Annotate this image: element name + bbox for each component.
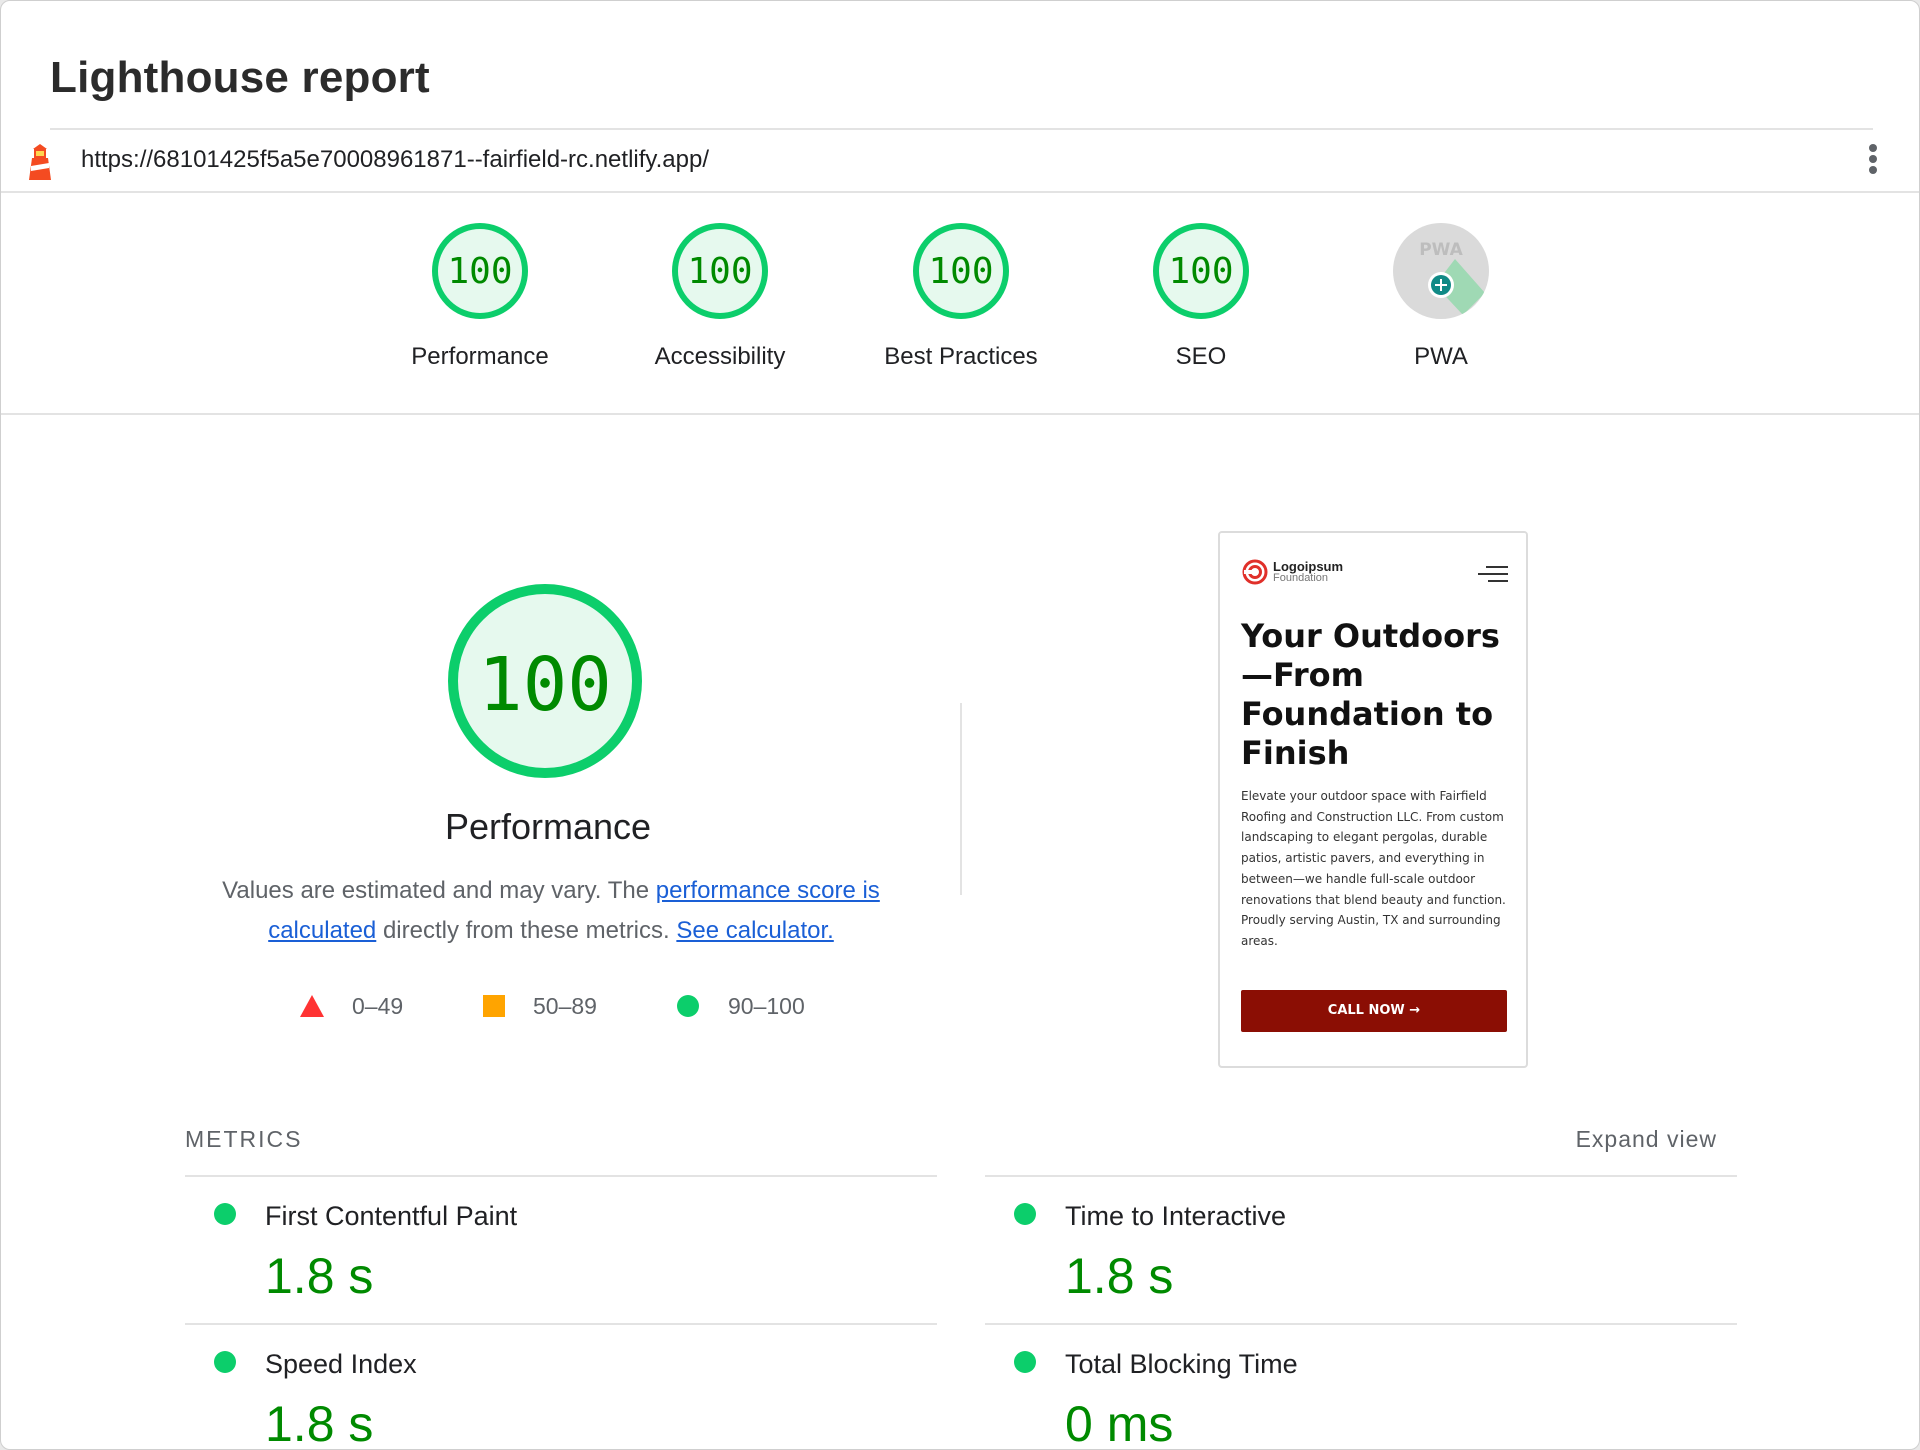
metric-value: 1.8 s (265, 1248, 374, 1304)
logo-subtitle: Foundation (1273, 572, 1329, 584)
metric-name: Speed Index (265, 1349, 417, 1379)
metric-value: 0 ms (1065, 1396, 1174, 1450)
pass-circle-icon (1014, 1203, 1036, 1225)
performance-gauge: 100 (448, 584, 642, 778)
pass-circle-icon (214, 1203, 236, 1225)
hero-title: Your Outdoors —From Foundation to Finish (1241, 617, 1500, 772)
metric-speed-index: Speed Index 1.8 s (185, 1323, 937, 1450)
score-label: Best Practices (884, 343, 1038, 370)
score-label: SEO (1175, 343, 1227, 370)
gauge-pwa[interactable]: PWA PWA (1341, 223, 1541, 371)
desc-text: directly from these metrics. (376, 917, 677, 944)
metric-name: Total Blocking Time (1065, 1349, 1298, 1379)
final-screenshot: Your Outdoors —From Foundation to Finish… (1218, 531, 1528, 1068)
legend-range: 50–89 (533, 993, 597, 1019)
pass-circle-icon (214, 1351, 236, 1373)
hamburger-menu-icon (1478, 566, 1508, 582)
scores-summary: 100 Performance 100 Accessibility 100 Be… (1, 195, 1919, 415)
score-label: Performance (411, 343, 549, 370)
pwa-badge-art: PWA (1419, 240, 1485, 315)
metric-value: 1.8 s (1065, 1248, 1174, 1304)
metric-name: Time to Interactive (1065, 1201, 1287, 1231)
url-bar: https://68101425f5a5e70008961871--fairfi… (1, 128, 1919, 193)
metric-first-contentful-paint: First Contentful Paint 1.8 s (185, 1175, 937, 1321)
gauge-accessibility[interactable]: 100 Accessibility (620, 223, 820, 371)
score-value: 100 (928, 251, 994, 292)
gauge-performance[interactable]: 100 Performance (380, 223, 580, 371)
score-label: PWA (1414, 343, 1468, 370)
report-window: Lighthouse report https://68101425f5a5e7… (0, 0, 1920, 1450)
pass-circle-icon (677, 995, 699, 1017)
pwa-badge-text: PWA (1419, 240, 1463, 260)
metric-value: 1.8 s (265, 1396, 374, 1450)
lighthouse-icon (29, 144, 51, 180)
average-square-icon (483, 995, 505, 1017)
pwa-badge-icon: PWA (1393, 223, 1489, 319)
score-ring: 100 (1153, 223, 1249, 319)
score-label: Accessibility (654, 343, 786, 370)
call-now-button: CALL NOW → (1241, 990, 1507, 1032)
site-header: Logoipsum Foundation (1220, 533, 1526, 609)
hero-body: Elevate your outdoor space with Fairfiel… (1241, 789, 1506, 948)
score-ring: 100 (672, 223, 768, 319)
divider (50, 128, 1873, 130)
more-options-icon[interactable] (1865, 144, 1881, 180)
metrics-heading: METRICS (185, 1126, 303, 1152)
score-value: 100 (1168, 251, 1234, 292)
performance-description: Values are estimated and may vary. The p… (201, 871, 901, 951)
gauge-best-practices[interactable]: 100 Best Practices (861, 223, 1061, 371)
score-legend: 0–49 50–89 90–100 (1, 991, 961, 1021)
fail-triangle-icon (300, 995, 324, 1017)
legend-range: 90–100 (728, 993, 805, 1019)
pass-circle-icon (1014, 1351, 1036, 1373)
page-title: Lighthouse report (50, 53, 430, 102)
performance-title: Performance (444, 806, 652, 847)
expand-view-toggle[interactable]: Expand view (1576, 1126, 1717, 1153)
metric-name: First Contentful Paint (265, 1201, 518, 1231)
report-url[interactable]: https://68101425f5a5e70008961871--fairfi… (81, 146, 709, 174)
metric-time-to-interactive: Time to Interactive 1.8 s (985, 1175, 1737, 1321)
logo-icon (1242, 559, 1268, 585)
vertical-divider (960, 703, 962, 895)
score-ring: 100 (913, 223, 1009, 319)
desc-text: Values are estimated and may vary. The (222, 877, 656, 904)
performance-score: 100 (478, 642, 612, 728)
score-value: 100 (687, 251, 753, 292)
metric-total-blocking-time: Total Blocking Time 0 ms (985, 1323, 1737, 1450)
gauge-seo[interactable]: 100 SEO (1101, 223, 1301, 371)
score-value: 100 (447, 251, 513, 292)
calculator-link[interactable]: See calculator. (676, 917, 833, 944)
legend-range: 0–49 (352, 993, 404, 1019)
score-ring: 100 (432, 223, 528, 319)
